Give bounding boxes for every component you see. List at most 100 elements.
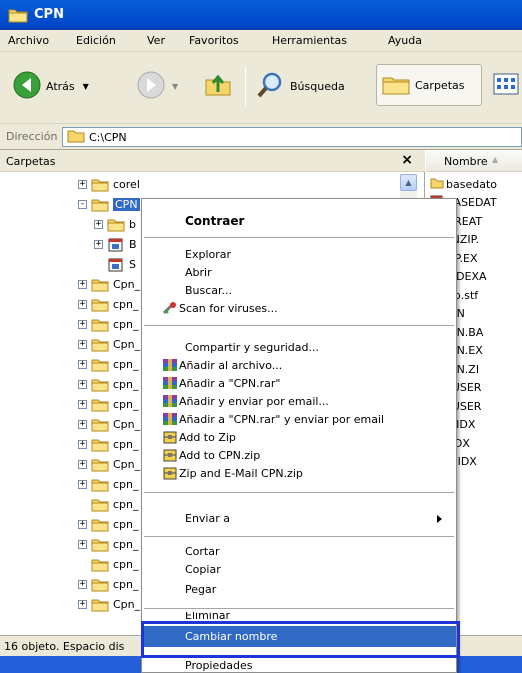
folder-icon — [107, 218, 125, 232]
close-pane-icon[interactable]: × — [401, 152, 413, 168]
expand-icon[interactable]: + — [78, 380, 87, 389]
expand-icon[interactable]: + — [78, 420, 87, 429]
menu-favoritos[interactable]: Favoritos — [189, 34, 239, 47]
database-icon — [107, 258, 125, 272]
folder-icon — [91, 198, 109, 212]
tree-item[interactable]: cpn_ — [78, 555, 139, 574]
expand-icon[interactable]: + — [78, 360, 87, 369]
menu-contraer[interactable]: Contraer — [142, 211, 456, 230]
submenu-arrow-icon — [437, 515, 442, 523]
tree-item[interactable]: + Cpn_ — [78, 275, 140, 294]
menu-scan-viruses[interactable]: Scan for viruses... — [142, 299, 456, 318]
folder-icon — [91, 278, 109, 292]
file-row[interactable]: basedato — [430, 175, 497, 193]
menu-anadir-cpn-rar[interactable]: Añadir a "CPN.rar" — [142, 374, 456, 393]
forward-button[interactable]: ▼ — [136, 70, 178, 103]
menu-add-zip[interactable]: Add to Zip — [142, 428, 456, 447]
menu-archivo[interactable]: Archivo — [8, 34, 49, 47]
menu-abrir[interactable]: Abrir — [142, 263, 456, 282]
tree-item[interactable]: + Cpn_ — [78, 335, 140, 354]
expand-icon[interactable]: + — [78, 540, 87, 549]
search-button[interactable]: Búsqueda — [256, 70, 345, 103]
back-dropdown-icon[interactable]: ▼ — [83, 82, 89, 91]
expand-icon[interactable]: + — [78, 300, 87, 309]
expand-icon[interactable]: + — [78, 580, 87, 589]
tree-item[interactable]: + B — [94, 235, 137, 254]
menu-propiedades[interactable]: Propiedades — [142, 657, 456, 673]
menu-cortar[interactable]: Cortar — [142, 542, 456, 561]
address-input[interactable]: C:\CPN — [62, 127, 522, 147]
expand-icon[interactable]: + — [78, 340, 87, 349]
tree-item[interactable]: + cpn_ — [78, 535, 139, 554]
menu-copiar[interactable]: Copiar — [142, 560, 456, 579]
collapse-icon[interactable]: - — [78, 200, 87, 209]
folder-icon — [91, 498, 109, 512]
tree-item[interactable]: + Cpn_ — [78, 595, 140, 614]
menu-enviar-a[interactable]: Enviar a — [142, 509, 456, 528]
folder-icon — [91, 178, 109, 192]
expand-icon[interactable]: + — [78, 400, 87, 409]
expand-icon[interactable]: + — [78, 600, 87, 609]
status-text: 16 objeto. Espacio dis — [4, 640, 125, 653]
tree-item[interactable]: + b — [94, 215, 136, 234]
tree-item[interactable]: + cpn_ — [78, 515, 139, 534]
menu-anadir-cpn-email-label: Añadir a "CPN.rar" y enviar por email — [179, 413, 385, 426]
tree-item[interactable]: + cpn_ — [78, 475, 139, 494]
tree-item[interactable]: - CPN — [78, 195, 140, 214]
menu-explorar[interactable]: Explorar — [142, 245, 456, 264]
menu-anadir-email[interactable]: Añadir y enviar por email... — [142, 392, 456, 411]
expand-icon[interactable]: + — [78, 520, 87, 529]
tree-item[interactable]: + cpn_ — [78, 395, 139, 414]
folders-icon — [381, 70, 411, 101]
tree-item[interactable]: + cpn_ — [78, 435, 139, 454]
menu-anadir-cpn-email[interactable]: Añadir a "CPN.rar" y enviar por email — [142, 410, 456, 429]
tree-item[interactable]: + cpn_ — [78, 295, 139, 314]
tree-item[interactable]: cpn_ — [78, 495, 139, 514]
tree-item[interactable]: + corel — [78, 175, 140, 194]
expand-icon[interactable]: + — [78, 180, 87, 189]
tree-item-label: cpn_ — [113, 318, 139, 331]
tree-item[interactable]: + Cpn_ — [78, 455, 140, 474]
name-column-header[interactable]: Nombre ▲ — [426, 150, 522, 172]
tree-item-label: cpn_ — [113, 498, 139, 511]
menu-herramientas[interactable]: Herramientas — [272, 34, 347, 47]
menu-separator — [144, 237, 454, 238]
tree-item[interactable]: + cpn_ — [78, 355, 139, 374]
expand-icon[interactable]: + — [78, 440, 87, 449]
tree-item-label: cpn_ — [113, 558, 139, 571]
expand-icon[interactable]: + — [78, 460, 87, 469]
menu-compartir[interactable]: Compartir y seguridad... — [142, 338, 456, 357]
expand-icon[interactable]: + — [78, 480, 87, 489]
menu-anadir-email-label: Añadir y enviar por email... — [179, 395, 329, 408]
tree-item[interactable]: S — [94, 255, 136, 274]
menu-pegar-label: Pegar — [185, 583, 217, 596]
expand-icon[interactable]: + — [94, 240, 103, 249]
menu-ayuda[interactable]: Ayuda — [388, 34, 422, 47]
back-button[interactable]: Atrás ▼ — [12, 70, 89, 103]
expand-icon[interactable]: + — [78, 320, 87, 329]
expand-icon[interactable]: + — [94, 220, 103, 229]
toolbar-separator — [245, 66, 246, 106]
menu-pegar[interactable]: Pegar — [142, 580, 456, 599]
tree-item[interactable]: + cpn_ — [78, 315, 139, 334]
views-button[interactable] — [492, 70, 520, 101]
winrar-icon — [162, 376, 178, 391]
menu-propiedades-label: Propiedades — [185, 659, 253, 672]
menu-edicion[interactable]: Edición — [76, 34, 116, 47]
forward-dropdown-icon[interactable]: ▼ — [172, 82, 178, 91]
up-folder-button[interactable] — [204, 70, 232, 101]
menu-anadir-archivo[interactable]: Añadir al archivo... — [142, 356, 456, 375]
menu-add-cpn-zip[interactable]: Add to CPN.zip — [142, 446, 456, 465]
menu-ver[interactable]: Ver — [147, 34, 165, 47]
tree-item[interactable]: + cpn_ — [78, 575, 139, 594]
scroll-up-button[interactable]: ▲ — [400, 174, 417, 191]
window-title: CPN — [34, 7, 64, 22]
folders-button[interactable]: Carpetas — [376, 64, 482, 106]
tree-item[interactable]: + cpn_ — [78, 375, 139, 394]
menu-buscar[interactable]: Buscar... — [142, 281, 456, 300]
menu-zip-email[interactable]: Zip and E-Mail CPN.zip — [142, 464, 456, 483]
expand-icon[interactable]: + — [78, 280, 87, 289]
tree-item[interactable]: + Cpn_ — [78, 415, 140, 434]
folder-icon — [91, 378, 109, 392]
folder-icon — [91, 358, 109, 372]
